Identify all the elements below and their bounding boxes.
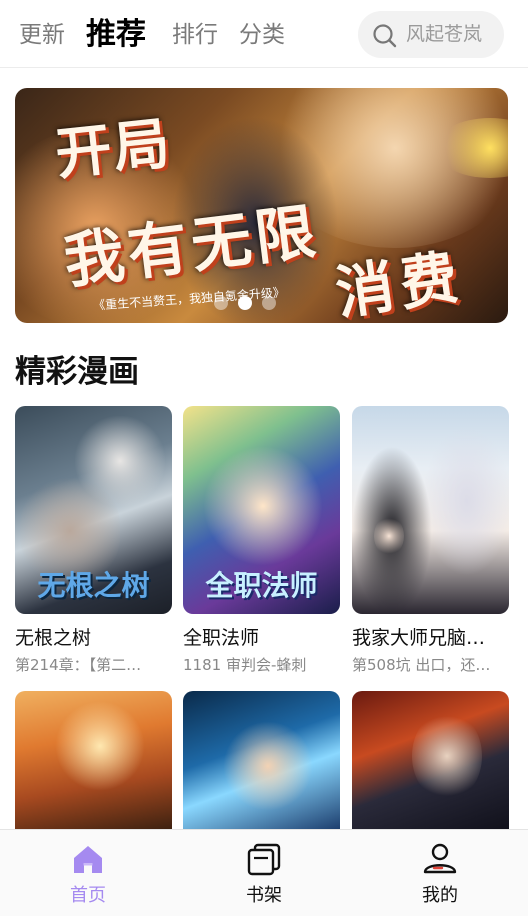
nav-bookshelf[interactable]: 书架 <box>176 830 352 916</box>
comic-title: 全职法师 <box>183 627 260 649</box>
carousel-dot[interactable] <box>262 296 276 310</box>
carousel-dot[interactable] <box>214 296 228 310</box>
comic-latest-chapter: 1181 审判会-蜂刺 <box>183 656 307 674</box>
home-icon <box>74 846 102 873</box>
search-placeholder: 风起苍岚 <box>406 23 483 45</box>
comic-latest-chapter: 第508坑 出口，还… <box>352 656 491 674</box>
comic-card[interactable]: 无根之树 无根之树 第214章：【第二… <box>15 406 172 675</box>
nav-label-bookshelf: 书架 <box>246 885 282 906</box>
top-bar: 更新 推荐 排行 分类 风起苍岚 <box>0 0 528 68</box>
nav-label-profile: 我的 <box>422 885 458 906</box>
banner-headline-3: 消费 <box>331 242 468 323</box>
comic-cover: 无根之树 <box>15 406 172 614</box>
section-title: 精彩漫画 <box>15 354 139 390</box>
tab-recommend[interactable]: 推荐 <box>86 15 146 55</box>
comic-title: 我家大师兄脑… <box>352 627 486 649</box>
nav-label-home: 首页 <box>70 885 106 906</box>
banner-carousel[interactable]: 开局 我有无限 消费 《重生不当赘王，我独自氪金升级》 <box>15 88 508 323</box>
nav-profile[interactable]: 我的 <box>352 830 528 916</box>
tab-ranking[interactable]: 排行 <box>172 18 218 52</box>
profile-icon <box>423 843 457 874</box>
comic-cover[interactable] <box>15 691 172 831</box>
comic-cover: 全职法师 <box>183 406 340 614</box>
bookshelf-icon <box>247 843 281 876</box>
tab-update[interactable]: 更新 <box>19 18 65 52</box>
tab-category[interactable]: 分类 <box>239 18 285 52</box>
nav-home[interactable]: 首页 <box>0 830 176 916</box>
cover-logo: 全职法师 <box>205 569 318 602</box>
comic-latest-chapter: 第214章：【第二… <box>15 656 142 674</box>
search-icon <box>373 24 397 48</box>
comic-card[interactable]: 我家大师兄脑… 第508坑 出口，还… <box>352 406 509 675</box>
comic-cover[interactable] <box>352 691 509 831</box>
comic-cover <box>352 406 509 614</box>
comic-card[interactable]: 全职法师 全职法师 1181 审判会-蜂刺 <box>183 406 340 675</box>
carousel-dots <box>214 296 276 310</box>
carousel-dot-active[interactable] <box>238 296 252 310</box>
comic-cover[interactable] <box>183 691 340 831</box>
bottom-navigation: 首页 书架 我的 <box>0 829 528 916</box>
search-box[interactable]: 风起苍岚 <box>358 11 504 58</box>
banner-headline-1: 开局 <box>52 111 175 188</box>
cover-logo: 无根之树 <box>37 569 150 602</box>
comic-title: 无根之树 <box>15 627 92 649</box>
